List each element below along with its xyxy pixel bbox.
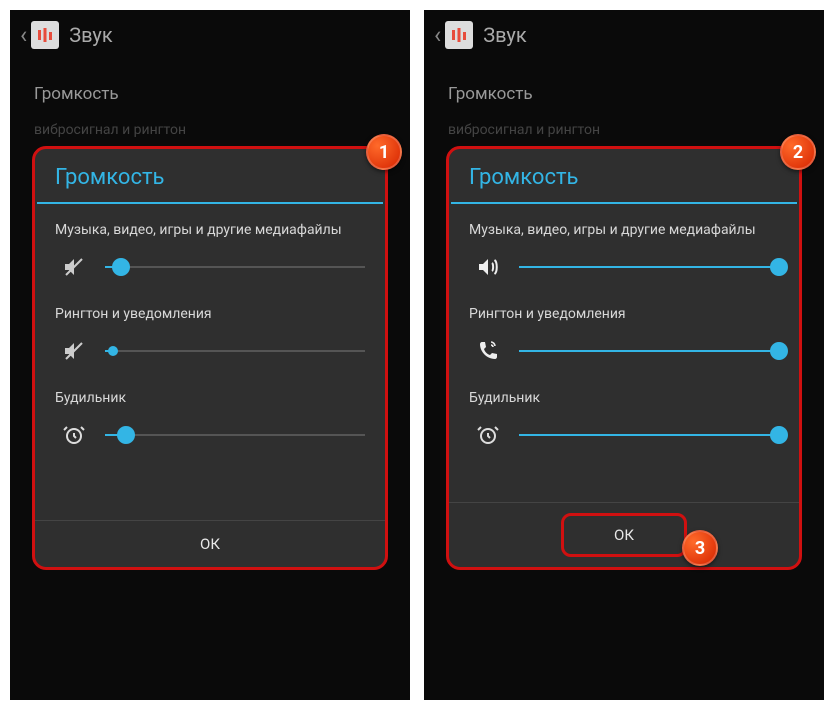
step-badge-2: 2 xyxy=(780,134,816,170)
section-volume-label: Громкость xyxy=(424,60,824,112)
media-volume-label: Музыка, видео, игры и другие медиафайлы xyxy=(469,222,779,238)
alarm-volume-slider[interactable] xyxy=(519,425,779,445)
media-volume-label: Музыка, видео, игры и другие медиафайлы xyxy=(55,222,365,238)
dialog-title: Громкость xyxy=(35,149,385,202)
step-badge-3: 3 xyxy=(682,530,718,566)
dimmed-setting-row: вибросигнал и рингтон xyxy=(10,112,410,142)
phone-screenshot-right: ‹ Звук Громкость вибросигнал и рингтон Г… xyxy=(424,10,824,700)
media-volume-slider[interactable] xyxy=(519,257,779,277)
equalizer-icon xyxy=(445,21,473,49)
speaker-icon xyxy=(475,254,501,280)
speaker-muted-icon xyxy=(61,338,87,364)
alarm-volume-group: Будильник xyxy=(55,390,365,448)
alarm-volume-slider[interactable] xyxy=(105,425,365,445)
dialog-footer: ОК xyxy=(449,502,799,567)
app-header: ‹ Звук xyxy=(10,10,410,60)
app-header: ‹ Звук xyxy=(424,10,824,60)
step-badge-1: 1 xyxy=(366,134,402,170)
phone-ringing-icon xyxy=(475,338,501,364)
ok-button[interactable]: ОК xyxy=(561,513,687,557)
media-volume-slider[interactable] xyxy=(105,257,365,277)
ringtone-volume-group: Рингтон и уведомления xyxy=(55,306,365,364)
ringtone-volume-label: Рингтон и уведомления xyxy=(55,306,365,322)
dialog-title: Громкость xyxy=(449,149,799,202)
volume-dialog: Громкость Музыка, видео, игры и другие м… xyxy=(446,146,802,570)
header-title: Звук xyxy=(483,23,526,47)
speaker-muted-icon xyxy=(61,254,87,280)
header-title: Звук xyxy=(69,23,112,47)
dialog-body: Музыка, видео, игры и другие медиафайлы … xyxy=(35,204,385,520)
section-volume-label: Громкость xyxy=(10,60,410,112)
ringtone-volume-label: Рингтон и уведомления xyxy=(469,306,779,322)
ringtone-volume-group: Рингтон и уведомления xyxy=(469,306,779,364)
media-volume-group: Музыка, видео, игры и другие медиафайлы xyxy=(55,222,365,280)
phone-screenshot-left: ‹ Звук Громкость вибросигнал и рингтон Г… xyxy=(10,10,410,700)
alarm-volume-group: Будильник xyxy=(469,390,779,448)
volume-dialog: Громкость Музыка, видео, игры и другие м… xyxy=(32,146,388,570)
back-icon[interactable]: ‹ xyxy=(434,21,441,49)
ringtone-volume-slider[interactable] xyxy=(519,341,779,361)
ok-button[interactable]: ОК xyxy=(35,520,385,567)
media-volume-group: Музыка, видео, игры и другие медиафайлы xyxy=(469,222,779,280)
alarm-volume-label: Будильник xyxy=(55,390,365,406)
alarm-volume-label: Будильник xyxy=(469,390,779,406)
dialog-body: Музыка, видео, игры и другие медиафайлы … xyxy=(449,204,799,502)
equalizer-icon xyxy=(31,21,59,49)
dimmed-setting-row: вибросигнал и рингтон xyxy=(424,112,824,142)
back-icon[interactable]: ‹ xyxy=(20,21,27,49)
alarm-clock-icon xyxy=(61,422,87,448)
alarm-clock-icon xyxy=(475,422,501,448)
ringtone-volume-slider[interactable] xyxy=(105,341,365,361)
